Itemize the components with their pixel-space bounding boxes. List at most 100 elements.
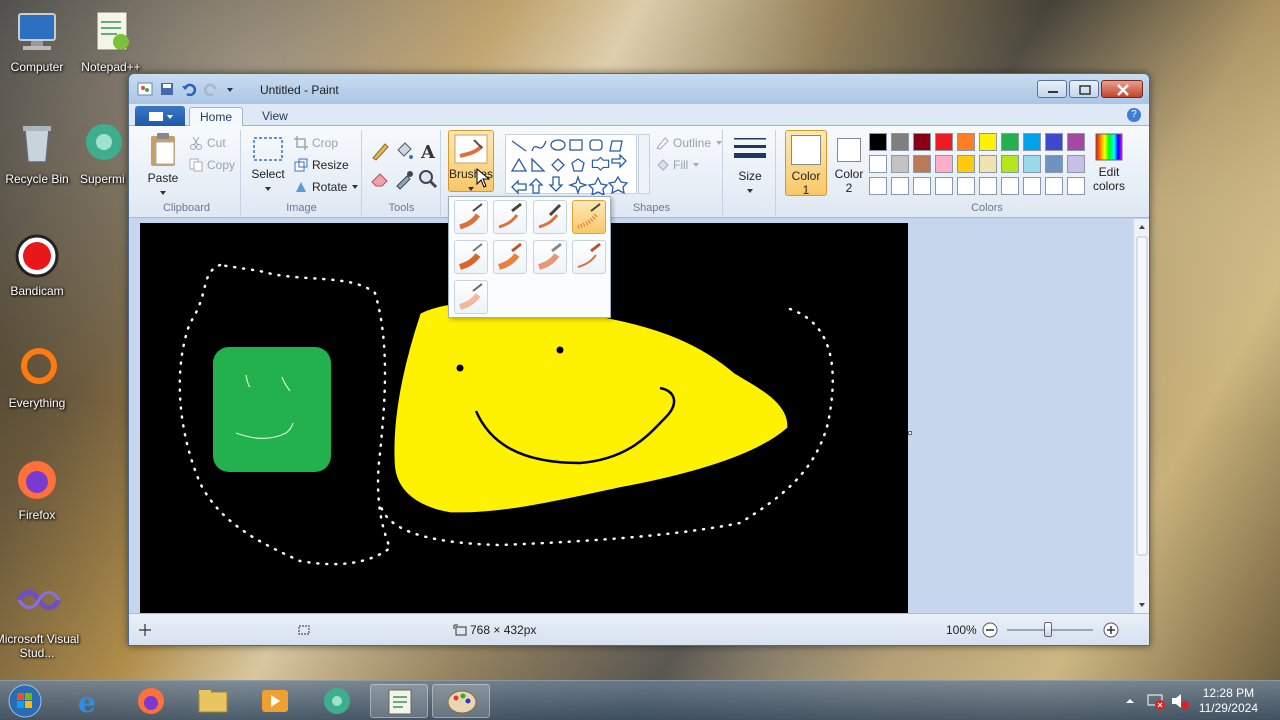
palette-swatch[interactable] (1001, 177, 1019, 195)
crop-icon (294, 136, 308, 150)
text-icon[interactable]: A (417, 140, 439, 162)
palette-swatch[interactable] (1067, 155, 1085, 173)
palette-swatch[interactable] (1067, 177, 1085, 195)
system-clock[interactable]: 12:28 PM 11/29/2024 (1199, 686, 1258, 716)
shapes-gallery[interactable] (505, 134, 637, 197)
palette-swatch[interactable] (913, 177, 931, 195)
color-palette (869, 133, 1085, 195)
color-2-button[interactable]: Color 2 (829, 134, 869, 195)
palette-swatch[interactable] (869, 133, 887, 151)
windows-logo-icon (8, 684, 42, 718)
taskbar-firefox[interactable] (122, 684, 180, 718)
brush-option-calligraphy-1[interactable] (493, 200, 527, 234)
taskbar-paint[interactable] (432, 684, 490, 718)
vertical-scrollbar[interactable] (1133, 219, 1149, 613)
desktop-icon-firefox[interactable]: Firefox (0, 456, 82, 522)
start-button[interactable] (6, 683, 44, 719)
brush-option-oil[interactable] (454, 240, 488, 274)
color-1-button[interactable]: Color 1 (785, 130, 827, 197)
resize-button[interactable]: Resize (294, 158, 349, 172)
taskbar-supermium[interactable] (308, 684, 366, 718)
eraser-icon[interactable] (369, 168, 391, 190)
taskbar-media-player[interactable] (246, 684, 304, 718)
tab-home[interactable]: Home (189, 107, 244, 126)
palette-swatch[interactable] (1045, 155, 1063, 173)
zoom-out-icon[interactable] (982, 622, 998, 638)
edit-colors-button[interactable]: Edit colors (1087, 132, 1131, 193)
desktop-icon-visual-studio[interactable]: Microsoft Visual Stud... (0, 580, 82, 660)
brush-option-calligraphy-2[interactable] (533, 200, 567, 234)
shapes-gallery-scroll[interactable] (638, 134, 650, 194)
taskbar-internet-explorer[interactable]: e (60, 684, 118, 719)
palette-swatch[interactable] (935, 133, 953, 151)
outline-button[interactable]: Outline (655, 136, 723, 150)
zoom-slider-thumb[interactable] (1044, 622, 1052, 637)
palette-swatch[interactable] (957, 133, 975, 151)
palette-swatch[interactable] (891, 177, 909, 195)
canvas-resize-handle[interactable] (908, 431, 912, 435)
fill-bucket-icon[interactable] (393, 140, 415, 162)
brush-option-crayon[interactable] (493, 240, 527, 274)
paint-menu-button[interactable] (135, 106, 185, 126)
palette-swatch[interactable] (935, 155, 953, 173)
magnifier-icon[interactable] (417, 168, 439, 190)
palette-swatch[interactable] (1045, 133, 1063, 151)
brush-option-marker[interactable] (533, 240, 567, 274)
maximize-button[interactable] (1069, 80, 1099, 98)
desktop-icon-bandicam[interactable]: Bandicam (0, 232, 82, 298)
brush-option-brush[interactable] (454, 200, 488, 234)
palette-swatch[interactable] (1067, 133, 1085, 151)
help-icon[interactable]: ? (1127, 108, 1141, 122)
taskbar-file-explorer[interactable] (184, 684, 242, 718)
customize-qat-chevron-icon[interactable] (225, 81, 235, 97)
copy-button[interactable]: Copy (189, 158, 235, 172)
palette-swatch[interactable] (869, 177, 887, 195)
palette-swatch[interactable] (1001, 133, 1019, 151)
canvas-size-icon (453, 624, 467, 636)
palette-swatch[interactable] (979, 155, 997, 173)
palette-swatch[interactable] (891, 133, 909, 151)
palette-swatch[interactable] (1023, 177, 1041, 195)
colors-group: Color 1 Color 2 Edit colors Colors (777, 130, 1137, 216)
palette-swatch[interactable] (957, 155, 975, 173)
palette-swatch[interactable] (913, 155, 931, 173)
palette-swatch[interactable] (913, 133, 931, 151)
undo-icon[interactable] (181, 81, 197, 97)
palette-swatch[interactable] (1001, 155, 1019, 173)
color-picker-icon[interactable] (393, 168, 415, 190)
desktop-icon-notepadpp[interactable]: Notepad++ (66, 8, 156, 74)
palette-swatch[interactable] (1045, 177, 1063, 195)
cut-button[interactable]: Cut (189, 136, 226, 150)
taskbar-notepadpp[interactable] (370, 684, 428, 718)
palette-swatch[interactable] (1023, 155, 1041, 173)
paste-button[interactable]: Paste (143, 132, 183, 199)
palette-swatch[interactable] (869, 155, 887, 173)
brush-option-airbrush[interactable] (572, 200, 606, 234)
volume-muted-icon[interactable] (1170, 691, 1190, 711)
size-button[interactable]: Size (730, 132, 770, 197)
paint-app-icon[interactable] (137, 81, 153, 97)
brush-option-watercolor[interactable] (454, 280, 488, 314)
desktop-icon-everything[interactable]: Everything (0, 344, 82, 410)
rotate-button[interactable]: Rotate (294, 180, 359, 194)
select-button[interactable]: Select (248, 136, 288, 195)
crop-button[interactable]: Crop (294, 136, 338, 150)
tab-view[interactable]: View (252, 107, 298, 126)
redo-icon[interactable] (203, 81, 219, 97)
fill-button[interactable]: Fill (655, 158, 700, 172)
close-button[interactable] (1101, 80, 1143, 98)
zoom-in-icon[interactable] (1103, 622, 1119, 638)
pencil-icon[interactable] (369, 140, 391, 162)
minimize-button[interactable] (1037, 80, 1067, 98)
palette-swatch[interactable] (935, 177, 953, 195)
palette-swatch[interactable] (1023, 133, 1041, 151)
palette-swatch[interactable] (957, 177, 975, 195)
network-warning-icon[interactable] (1146, 691, 1166, 711)
save-icon[interactable] (159, 81, 175, 97)
show-hidden-icons-chevron-icon[interactable] (1124, 695, 1136, 707)
palette-swatch[interactable] (979, 133, 997, 151)
desktop-icon-supermium[interactable]: Supermi (66, 120, 136, 186)
palette-swatch[interactable] (891, 155, 909, 173)
palette-swatch[interactable] (979, 177, 997, 195)
brush-option-natural-pencil[interactable] (572, 240, 606, 274)
